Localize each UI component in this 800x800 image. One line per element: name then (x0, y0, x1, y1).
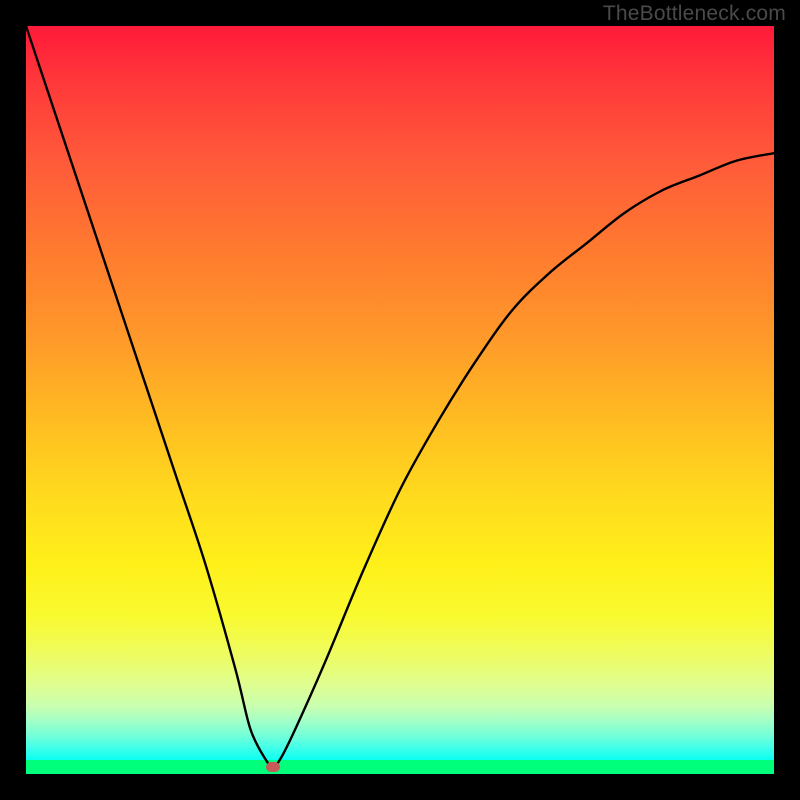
watermark-text: TheBottleneck.com (603, 2, 786, 26)
chart-curve-svg (26, 26, 774, 774)
chart-plot-area (26, 26, 774, 774)
chart-marker (266, 762, 280, 772)
bottleneck-curve (26, 26, 774, 767)
